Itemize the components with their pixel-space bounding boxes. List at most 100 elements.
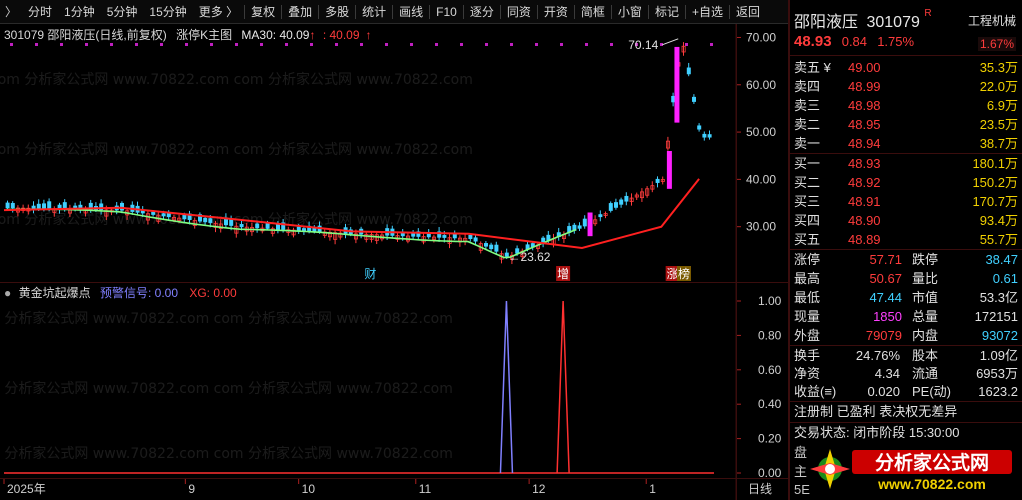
stock-name: 邵阳液压 bbox=[794, 14, 859, 31]
marker-dot bbox=[160, 43, 163, 46]
marker-dot bbox=[310, 43, 313, 46]
candle-body bbox=[5, 202, 10, 209]
stat-row: 最低 47.44 市值 53.3亿 bbox=[790, 288, 1022, 307]
candle-body bbox=[411, 233, 416, 237]
toolbar-item[interactable]: 更多 〉 bbox=[193, 0, 244, 24]
candle-body bbox=[614, 202, 619, 208]
stat-row: 净资 4.34 流通 6953万 bbox=[790, 364, 1022, 383]
toolbar-item[interactable]: 开资 bbox=[538, 0, 574, 24]
toolbar-item[interactable]: F10 bbox=[430, 0, 463, 24]
price-change-pct: 1.75% bbox=[877, 34, 915, 49]
stat-label: 最低 bbox=[794, 290, 821, 305]
order-level-label: 卖五 ¥ bbox=[794, 60, 831, 75]
order-volume: 6.9万 bbox=[986, 98, 1018, 113]
order-level-label: 买四 bbox=[794, 213, 821, 228]
status-label: 交易状态: bbox=[794, 425, 850, 440]
ask-row[interactable]: 卖二 48.95 23.5万 bbox=[790, 115, 1022, 134]
ask-row[interactable]: 卖三 48.98 6.9万 bbox=[790, 96, 1022, 115]
indicator-gear-icon[interactable]: ● bbox=[4, 286, 11, 300]
order-level-label: 卖二 bbox=[794, 117, 821, 132]
bid-row[interactable]: 买一 48.93 180.1万 bbox=[790, 154, 1022, 173]
stat-value: 172151 bbox=[974, 309, 1018, 324]
site-logo: 分析家公式网 www.70822.com bbox=[810, 449, 1012, 492]
indicator-panel[interactable]: 1.00 0.80 0.60 0.40 0.20 0.00 com 分析家公式网 www.7… bbox=[0, 282, 790, 479]
price-chart-canvas: 70.00 60.00 50.00 40.00 30.00 com 分析家公式网 www.… bbox=[0, 24, 776, 282]
stat-label: 净资 bbox=[794, 366, 821, 381]
toolbar-item[interactable]: 5分钟 bbox=[101, 0, 144, 24]
toolbar-item[interactable]: 统计 bbox=[356, 0, 392, 24]
stat-value: 6953万 bbox=[976, 366, 1018, 381]
marker-dot bbox=[235, 43, 238, 46]
order-volume: 38.7万 bbox=[979, 136, 1018, 151]
marker-dot bbox=[560, 43, 563, 46]
toolbar-item[interactable]: 15分钟 bbox=[143, 0, 192, 24]
candle-body bbox=[31, 205, 36, 209]
stat-value: 1623.2 bbox=[978, 384, 1018, 399]
order-price: 48.92 bbox=[848, 175, 881, 190]
bid-row[interactable]: 买五 48.89 55.7万 bbox=[790, 230, 1022, 249]
stat-label: 内盘 bbox=[912, 328, 939, 343]
stat-label: 总量 bbox=[912, 309, 939, 324]
bid-row[interactable]: 买二 48.92 150.2万 bbox=[790, 173, 1022, 192]
ask-row[interactable]: 卖五 ¥ 49.00 35.3万 bbox=[790, 58, 1022, 77]
ask-row[interactable]: 卖一 48.94 38.7万 bbox=[790, 134, 1022, 153]
toolbar-item[interactable]: 复权 bbox=[245, 0, 281, 24]
price-chart-title: 301079 邵阳液压(日线,前复权) 涨停K主图 MA30: 40.09↑ :… bbox=[4, 27, 378, 43]
bid-row[interactable]: 买三 48.91 170.7万 bbox=[790, 192, 1022, 211]
toolbar-item[interactable]: 画线 bbox=[393, 0, 429, 24]
indicator-tick-label: 0.60 bbox=[758, 363, 782, 377]
marker-dot bbox=[685, 43, 688, 46]
marker-dot bbox=[110, 43, 113, 46]
toolbar-item[interactable]: 1分钟 bbox=[58, 0, 101, 24]
toolbar-item[interactable]: 逐分 bbox=[464, 0, 500, 24]
indicator-name[interactable]: 涨停K主图 bbox=[176, 28, 232, 42]
order-price: 48.99 bbox=[848, 79, 881, 94]
ma-value-2: : 40.09 bbox=[322, 28, 360, 42]
marker-dot bbox=[485, 43, 488, 46]
price-chart[interactable]: 70.00 60.00 50.00 40.00 30.00 com 分析家公式网 www.… bbox=[0, 24, 790, 282]
toolbar-item[interactable]: 小窗 bbox=[612, 0, 648, 24]
marker-dot bbox=[60, 43, 63, 46]
stat-label: 最高 bbox=[794, 271, 821, 286]
bid-row[interactable]: 买四 48.90 93.4万 bbox=[790, 211, 1022, 230]
candle-body bbox=[489, 244, 494, 250]
toolbar-item[interactable]: +自选 bbox=[686, 0, 729, 24]
stat-value: 93072 bbox=[981, 328, 1018, 343]
toolbar-item[interactable]: 叠加 bbox=[282, 0, 318, 24]
candle-body bbox=[255, 223, 260, 229]
limit-up-bar bbox=[674, 46, 680, 123]
toolbar-item[interactable]: 标记 bbox=[649, 0, 685, 24]
stat-label: 换手 bbox=[794, 348, 821, 363]
indicator-name[interactable]: 黄金坑起爆点 bbox=[19, 286, 91, 300]
stat-label: 流通 bbox=[912, 366, 939, 381]
low-price-label: ←23.62 bbox=[508, 250, 550, 264]
candle-body bbox=[483, 243, 488, 247]
quote-panel: 邵阳液压 301079 R 工程机械 48.93 0.84 1.75% 1.67… bbox=[790, 0, 1022, 500]
status-value: 闭市阶段 15:30:00 bbox=[853, 425, 960, 440]
toolbar-item[interactable]: 同资 bbox=[501, 0, 537, 24]
candle-body bbox=[296, 226, 301, 231]
toolbar-collapse-icon[interactable]: 〉 bbox=[0, 0, 22, 24]
stat-value: 0.61 bbox=[992, 271, 1018, 286]
marker-dot bbox=[585, 43, 588, 46]
order-level-label: 买三 bbox=[794, 194, 821, 209]
price-tick-label: 30.00 bbox=[746, 220, 776, 234]
limit-up-bar bbox=[666, 151, 672, 189]
indicator-tick-label: 1.00 bbox=[758, 294, 782, 308]
stat-row: 收益(≡) 0.020 PE(动) 1623.2 bbox=[790, 382, 1022, 401]
toolbar-item[interactable]: 分时 bbox=[22, 0, 58, 24]
stock-code-name: 301079 邵阳液压(日线,前复权) bbox=[4, 28, 167, 42]
order-level-label: 卖三 bbox=[794, 98, 821, 113]
date-tick-label: 12 bbox=[532, 482, 546, 496]
toolbar-item[interactable]: 返回 bbox=[730, 0, 766, 24]
indicator-canvas: 1.00 0.80 0.60 0.40 0.20 0.00 com 分析家公式网 www.7… bbox=[0, 283, 782, 479]
ask-row[interactable]: 卖四 48.99 22.0万 bbox=[790, 77, 1022, 96]
candle-body bbox=[494, 244, 499, 252]
marker-dot bbox=[260, 43, 263, 46]
order-volume: 180.1万 bbox=[972, 156, 1018, 171]
marker-dot bbox=[510, 43, 513, 46]
toolbar-item[interactable]: 多股 bbox=[319, 0, 355, 24]
date-tick-label: 10 bbox=[302, 482, 316, 496]
toolbar-item[interactable]: 简框 bbox=[575, 0, 611, 24]
sector-name[interactable]: 工程机械 bbox=[968, 12, 1016, 29]
